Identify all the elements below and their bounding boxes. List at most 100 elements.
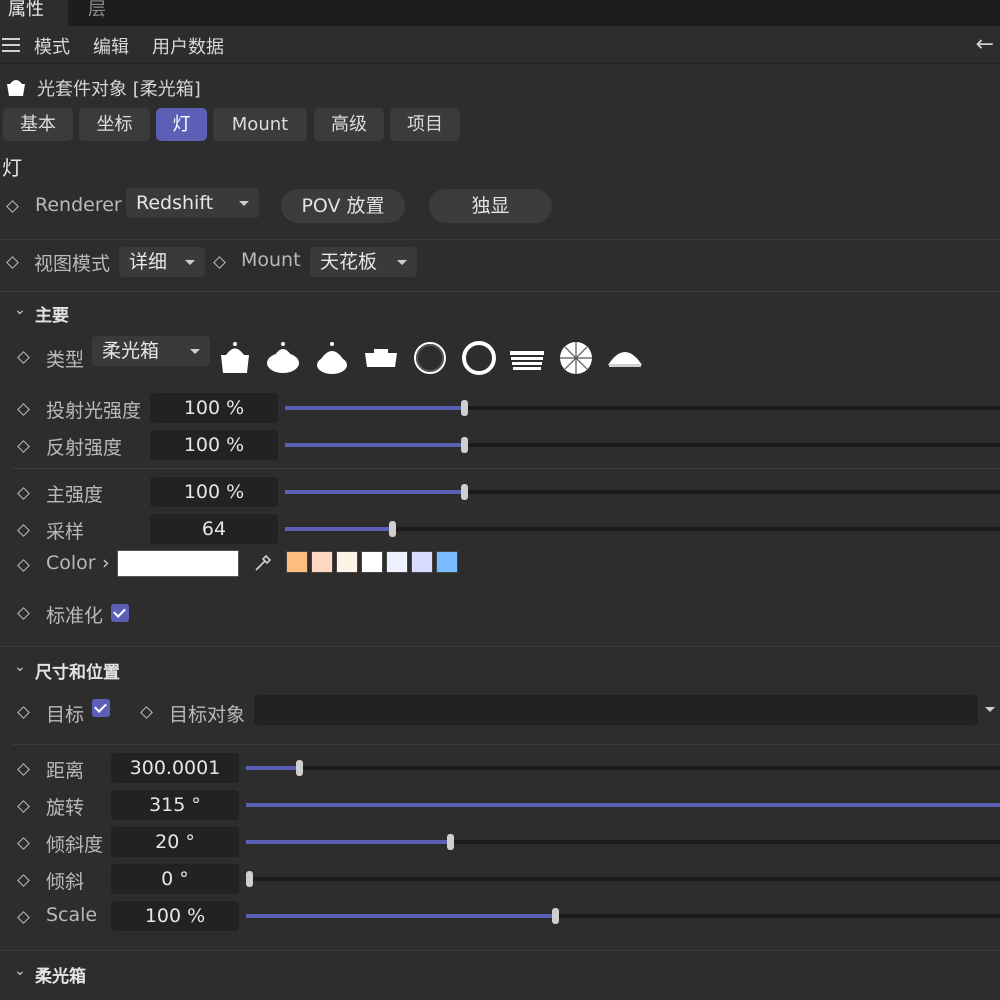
keyframe-diamond-icon[interactable] bbox=[17, 763, 30, 776]
menu-edit[interactable]: 编辑 bbox=[93, 33, 129, 59]
main-group-title[interactable]: 主要 bbox=[35, 301, 69, 326]
keyframe-diamond-icon[interactable] bbox=[17, 440, 30, 453]
divider bbox=[0, 291, 1000, 292]
softbox-icon[interactable] bbox=[216, 339, 254, 377]
type-dropdown[interactable]: 柔光箱 bbox=[92, 336, 210, 366]
keyframe-diamond-icon[interactable] bbox=[17, 911, 30, 924]
param-value-field[interactable]: 20 ° bbox=[111, 827, 239, 857]
param-slider[interactable] bbox=[285, 437, 1000, 453]
keyframe-diamond-icon[interactable] bbox=[17, 800, 30, 813]
param-slider[interactable] bbox=[246, 871, 1000, 887]
renderer-dropdown[interactable]: Redshift bbox=[126, 188, 259, 218]
color-preset-swatch[interactable] bbox=[336, 551, 358, 573]
tab-coordinates[interactable]: 坐标 bbox=[79, 108, 150, 141]
keyframe-diamond-icon[interactable] bbox=[6, 256, 19, 269]
hamburger-menu-icon[interactable] bbox=[2, 38, 20, 52]
target-object-label: 目标对象 bbox=[169, 704, 246, 726]
chevron-right-icon[interactable]: › bbox=[102, 552, 110, 574]
keyframe-diamond-icon[interactable] bbox=[17, 524, 30, 537]
param-slider[interactable] bbox=[285, 521, 1000, 537]
color-swatch[interactable] bbox=[117, 550, 239, 577]
spotlight-icon[interactable] bbox=[313, 339, 351, 377]
color-preset-swatch[interactable] bbox=[436, 551, 458, 573]
tab-mount[interactable]: Mount bbox=[213, 108, 307, 141]
color-preset-swatch[interactable] bbox=[361, 551, 383, 573]
slider-handle[interactable] bbox=[389, 521, 397, 537]
tab-basic[interactable]: 基本 bbox=[3, 108, 73, 141]
tab-advanced[interactable]: 高级 bbox=[314, 108, 384, 141]
slider-handle[interactable] bbox=[446, 834, 454, 850]
softbox-group-title[interactable]: 柔光箱 bbox=[35, 962, 86, 987]
chevron-down-icon[interactable]: ⌄ bbox=[14, 963, 26, 979]
keyframe-diamond-icon[interactable] bbox=[17, 706, 30, 719]
keyframe-diamond-icon[interactable] bbox=[140, 706, 153, 719]
param-value-field[interactable]: 100 % bbox=[111, 901, 239, 931]
param-slider[interactable] bbox=[285, 400, 1000, 416]
param-slider[interactable] bbox=[246, 803, 1000, 807]
slider-handle[interactable] bbox=[552, 908, 560, 924]
umbrella-icon[interactable] bbox=[557, 339, 595, 377]
slider-handle[interactable] bbox=[246, 871, 253, 887]
slider-handle[interactable] bbox=[460, 484, 468, 500]
chevron-down-icon[interactable]: ⌄ bbox=[14, 302, 26, 318]
keyframe-diamond-icon[interactable] bbox=[17, 351, 30, 364]
strip-light-icon[interactable] bbox=[508, 339, 546, 377]
color-preset-swatch[interactable] bbox=[411, 551, 433, 573]
slider-handle[interactable] bbox=[295, 760, 303, 776]
param-slider[interactable] bbox=[246, 834, 1000, 850]
param-label: Scale bbox=[46, 904, 98, 926]
pov-place-button[interactable]: POV 放置 bbox=[281, 189, 405, 223]
param-value-field[interactable]: 100 % bbox=[150, 393, 278, 423]
chevron-down-icon bbox=[190, 349, 200, 354]
keyframe-diamond-icon[interactable] bbox=[17, 874, 30, 887]
target-checkbox[interactable] bbox=[92, 699, 110, 717]
keyframe-diamond-icon[interactable] bbox=[17, 403, 30, 416]
param-value-field[interactable]: 0 ° bbox=[111, 864, 239, 894]
color-preset-swatch[interactable] bbox=[286, 551, 308, 573]
param-slider[interactable] bbox=[246, 760, 1000, 776]
eyedropper-icon[interactable] bbox=[252, 552, 274, 574]
param-value-field[interactable]: 315 ° bbox=[111, 790, 239, 820]
param-slider[interactable] bbox=[246, 908, 1000, 924]
slider-handle[interactable] bbox=[460, 400, 468, 416]
tab-project[interactable]: 项目 bbox=[390, 108, 460, 141]
menu-mode[interactable]: 模式 bbox=[34, 33, 70, 59]
panel-light-icon[interactable] bbox=[362, 339, 400, 377]
keyframe-diamond-icon[interactable] bbox=[17, 559, 30, 572]
tab-attributes[interactable]: 属性 bbox=[0, 0, 68, 26]
keyframe-diamond-icon[interactable] bbox=[17, 487, 30, 500]
back-arrow-icon[interactable]: ← bbox=[976, 32, 994, 57]
slider-fill bbox=[246, 766, 299, 770]
ring-light-thick-icon[interactable] bbox=[460, 339, 498, 377]
chevron-down-icon[interactable]: ⌄ bbox=[14, 659, 26, 675]
dome-light-icon[interactable] bbox=[264, 339, 302, 377]
param-label: 主强度 bbox=[46, 484, 104, 506]
keyframe-diamond-icon[interactable] bbox=[17, 607, 30, 620]
chevron-down-icon[interactable] bbox=[985, 707, 995, 712]
normalize-checkbox[interactable] bbox=[111, 604, 129, 622]
target-object-field[interactable] bbox=[254, 695, 978, 725]
tab-light[interactable]: 灯 bbox=[156, 108, 207, 141]
mount-dropdown[interactable]: 天花板 bbox=[310, 247, 417, 277]
chevron-down-icon bbox=[239, 201, 249, 206]
menu-user-data[interactable]: 用户数据 bbox=[152, 33, 224, 59]
target-label: 目标 bbox=[46, 704, 85, 726]
keyframe-diamond-icon[interactable] bbox=[213, 256, 226, 269]
mount-value: 天花板 bbox=[320, 251, 378, 273]
param-value-field[interactable]: 100 % bbox=[150, 477, 278, 507]
keyframe-diamond-icon[interactable] bbox=[6, 200, 19, 213]
keyframe-diamond-icon[interactable] bbox=[17, 837, 30, 850]
size-group-title[interactable]: 尺寸和位置 bbox=[35, 658, 120, 683]
ring-light-icon[interactable] bbox=[411, 339, 449, 377]
color-preset-swatch[interactable] bbox=[311, 551, 333, 573]
view-mode-dropdown[interactable]: 详细 bbox=[119, 247, 205, 277]
param-value-field[interactable]: 300.0001 bbox=[111, 753, 239, 783]
half-dome-icon[interactable] bbox=[606, 339, 644, 377]
slider-handle[interactable] bbox=[460, 437, 468, 453]
solo-button[interactable]: 独显 bbox=[429, 189, 552, 223]
param-value-field[interactable]: 64 bbox=[150, 514, 278, 544]
param-slider[interactable] bbox=[285, 484, 1000, 500]
tab-layers[interactable]: 层 bbox=[88, 0, 106, 20]
param-value-field[interactable]: 100 % bbox=[150, 430, 278, 460]
color-preset-swatch[interactable] bbox=[386, 551, 408, 573]
